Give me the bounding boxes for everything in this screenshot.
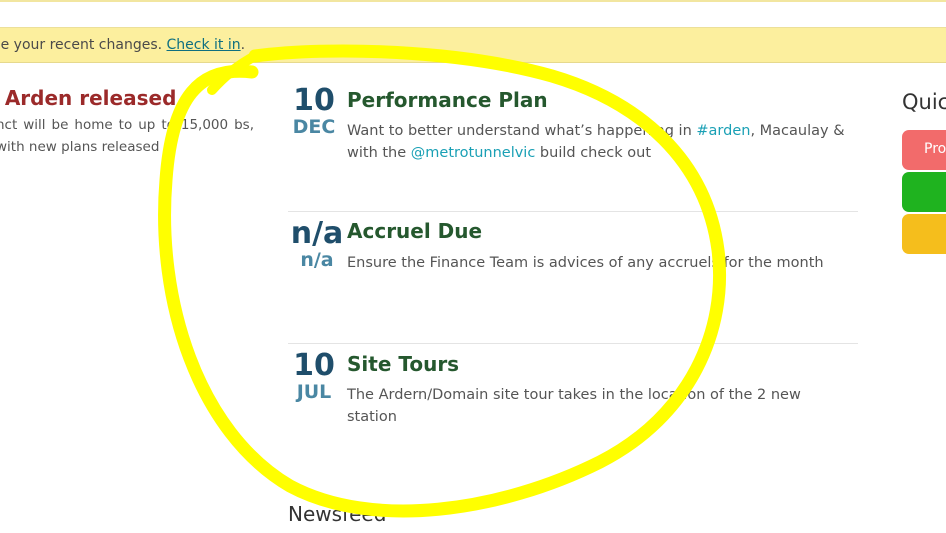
event-desc-text: build check out (535, 145, 652, 161)
newsfeed-heading: Newsfeed (288, 502, 387, 526)
event-month: n/a (300, 249, 334, 271)
events-list: 10 DEC Performance Plan Want to better u… (288, 80, 858, 476)
event-title[interactable]: Site Tours (347, 352, 459, 376)
event-description: Want to better understand what’s happeni… (347, 120, 847, 164)
quick-link-button-green[interactable] (902, 172, 946, 212)
notification-banner: ee your recent changes. Check it in. (0, 27, 946, 63)
quick-link-button-red[interactable]: Pro (902, 130, 946, 170)
quick-links-heading: Quic (902, 90, 946, 114)
news-article-title[interactable]: r Arden released (0, 86, 176, 110)
event-month: JUL (296, 381, 332, 403)
event-item[interactable]: 10 JUL Site Tours The Ardern/Domain site… (288, 344, 858, 476)
event-month: DEC (292, 116, 336, 138)
hashtag-link[interactable]: #arden (696, 123, 750, 139)
banner-text: ee your recent changes. Check it in. (0, 37, 245, 53)
event-title[interactable]: Performance Plan (347, 88, 548, 112)
event-date: 10 JUL (288, 348, 340, 404)
mention-link[interactable]: @metrotunnelvic (411, 145, 536, 161)
top-strip (0, 0, 946, 2)
banner-suffix: . (240, 37, 246, 53)
event-item[interactable]: 10 DEC Performance Plan Want to better u… (288, 80, 858, 212)
event-day: 10 (293, 83, 335, 118)
event-item[interactable]: n/a n/a Accruel Due Ensure the Finance T… (288, 212, 858, 344)
banner-message: ee your recent changes. (0, 37, 167, 53)
event-date: 10 DEC (288, 83, 340, 139)
event-date: n/a n/a (288, 216, 346, 272)
event-day: n/a (290, 216, 344, 251)
news-article-excerpt: nct will be home to up to 15,000 bs, wit… (0, 117, 254, 155)
quick-link-button-yellow[interactable] (902, 214, 946, 254)
event-title[interactable]: Accruel Due (347, 219, 482, 243)
event-day: 10 (293, 348, 335, 383)
event-description: The Ardern/Domain site tour takes in the… (347, 387, 801, 425)
event-desc-text: Want to better understand what’s happeni… (347, 123, 697, 139)
check-in-link[interactable]: Check it in (167, 37, 241, 53)
event-description: Ensure the Finance Team is advices of an… (347, 255, 824, 271)
